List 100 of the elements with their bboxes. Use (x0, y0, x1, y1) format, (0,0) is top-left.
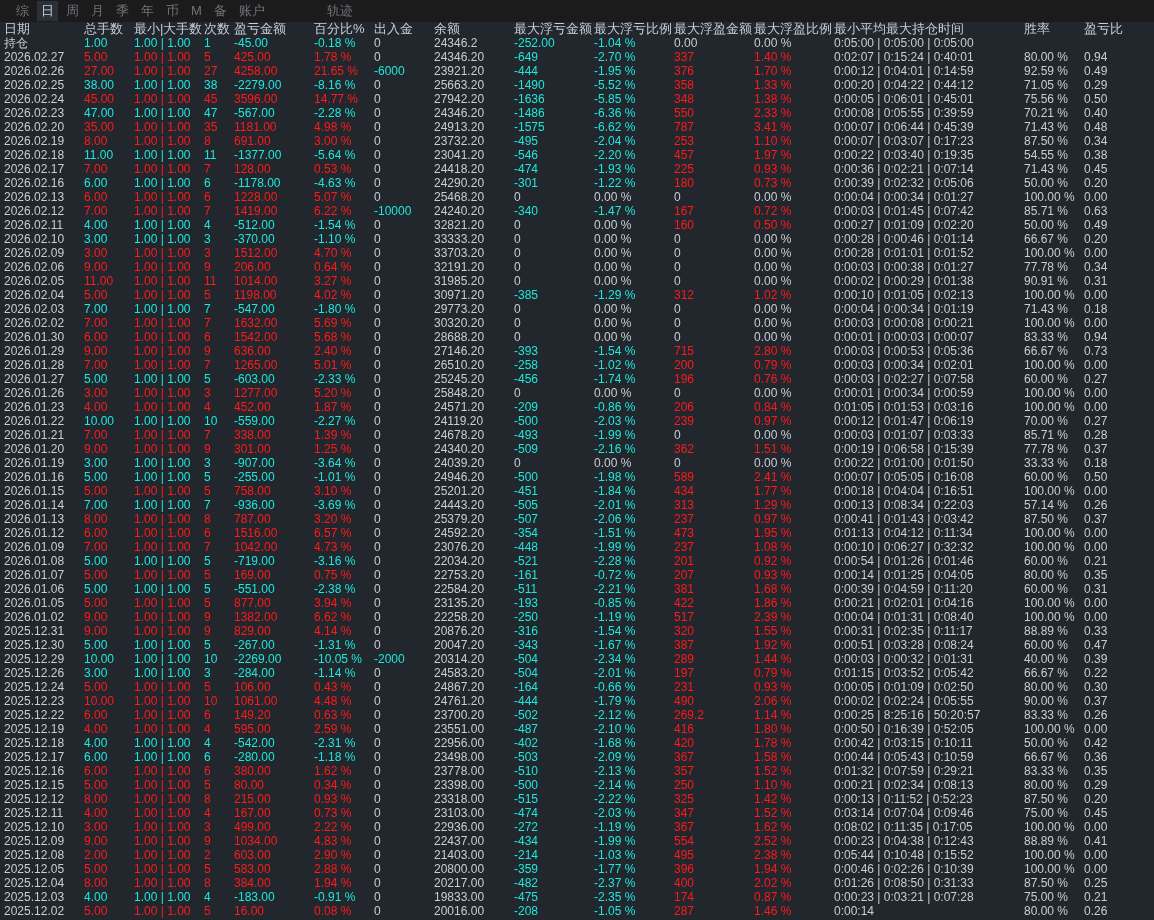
table-cell-text: -2.34 % (594, 652, 637, 666)
table-cell-text: 1.00 | 1.00 (134, 680, 192, 694)
table-cell-text: -500 (514, 470, 540, 484)
tab[interactable]: 备 (209, 1, 231, 21)
table-cell-text: 2025.12.16 (4, 764, 66, 778)
tab[interactable]: 周 (62, 1, 83, 21)
tab[interactable]: 季 (112, 1, 133, 21)
table-cell-text: 0.28 (1084, 428, 1109, 442)
column-header[interactable]: 总手数 (84, 22, 134, 36)
table-cell-text: 347 (674, 806, 696, 820)
tab[interactable]: M (187, 1, 206, 21)
table-cell-text: 0 (374, 134, 382, 148)
table-cell-text: 35 (204, 120, 219, 134)
table-cell-text: 0 (514, 302, 522, 316)
table-cell-text: 100.00 % (1024, 526, 1076, 540)
column-header[interactable]: 最小|大手数 (134, 22, 204, 36)
table-cell-text: -209 (514, 400, 540, 414)
table-cell-text: 1.14 % (754, 708, 793, 722)
table-cell-text: -474 (514, 806, 540, 820)
table-cell-text: 1.92 % (754, 638, 793, 652)
table-cell-text: 2025.12.17 (4, 750, 66, 764)
table-cell-text: 1.00 | 1.00 (134, 148, 192, 162)
table-cell-text: 0.00 (1084, 316, 1109, 330)
table-cell-text: 2026.02.04 (4, 288, 66, 302)
table-cell-text: -1.51 % (594, 526, 637, 540)
table-cell-text: 6.00 (84, 764, 109, 778)
table-cell-text: 7 (204, 358, 212, 372)
column-header[interactable]: 次数 (204, 22, 234, 36)
table-cell-text: 5 (204, 582, 212, 596)
table-cell-text: 6.22 % (314, 204, 353, 218)
table-cell-text: 60.00 % (1024, 372, 1070, 386)
table-cell-text: 100.00 % (1024, 848, 1076, 862)
table-cell-text: 0:00:19 | 0:06:58 | 0:15:39 (834, 442, 975, 456)
table-cell-text: 0 (374, 218, 382, 232)
table-cell-text: -5.64 % (314, 148, 357, 162)
table-cell-text: 0:00:07 | 0:06:44 | 0:45:39 (834, 120, 975, 134)
table-cell-text: 0 (374, 890, 382, 904)
table-cell-text: 0.73 % (754, 176, 793, 190)
table-cell-text: 0.72 % (754, 204, 793, 218)
table-cell-text: 1265.00 (234, 358, 279, 372)
tab[interactable]: 轨迹 (322, 1, 357, 21)
table-cell-text: 25379.20 (434, 512, 486, 526)
tab[interactable]: 账户 (234, 1, 269, 21)
table-cell-text: 8 (204, 134, 212, 148)
column-header[interactable]: 日期 (4, 22, 84, 36)
table-cell-text: 8.00 (84, 512, 109, 526)
table-cell-text: 396 (674, 862, 696, 876)
column-header[interactable]: 最大浮盈金额 (674, 22, 754, 36)
table-cell-text: 21403.00 (434, 848, 486, 862)
column-header[interactable]: 出入金 (374, 22, 434, 36)
table-cell-text: -0.18 % (314, 36, 357, 50)
table-cell-text: 66.67 % (1024, 344, 1070, 358)
column-header[interactable]: 百分比% (314, 22, 374, 36)
column-header[interactable]: 最小平均最大持仓时间 (834, 22, 1024, 36)
table-cell-text: -495 (514, 134, 540, 148)
column-header[interactable]: 最大浮亏金额 (514, 22, 594, 36)
table-cell-text: 27146.20 (434, 344, 486, 358)
table-cell-text: 0.36 (1084, 750, 1109, 764)
table-cell-text: 1.77 % (754, 484, 793, 498)
tab[interactable]: 日 (37, 1, 58, 21)
table-cell-text: 0.93 % (754, 680, 793, 694)
table-cell-text: 0 (374, 148, 382, 162)
table-cell-text: 3596.00 (234, 92, 279, 106)
table-cell-text: 6.00 (84, 708, 109, 722)
table-cell-text: 33333.20 (434, 232, 486, 246)
tab[interactable]: 月 (87, 1, 108, 21)
table-cell-text: 0:00:13 | 0:08:34 | 0:22:03 (834, 498, 975, 512)
table-cell-text: 0.00 (1084, 820, 1109, 834)
tab[interactable]: 综 (12, 1, 33, 21)
column-header[interactable]: 最大浮亏比例 (594, 22, 674, 36)
table-cell-text: 25201.20 (434, 484, 486, 498)
table-cell-text: 0.00 (1084, 400, 1109, 414)
table-cell-text: 100.00 % (1024, 400, 1076, 414)
column-header[interactable]: 胜率 (1024, 22, 1084, 36)
table-cell-text: -456 (514, 372, 540, 386)
table-cell-text: 2026.01.21 (4, 428, 66, 442)
table-cell-text: 75.56 % (1024, 92, 1070, 106)
table-cell-text: 10 (204, 694, 219, 708)
table-cell-text: -502 (514, 708, 540, 722)
table-cell-text: 0 (374, 624, 382, 638)
table-cell-text: 3 (204, 386, 212, 400)
table-cell-text: 2026.01.28 (4, 358, 66, 372)
table-cell-text: 83.33 % (1024, 764, 1070, 778)
table-cell-text: 0.41 (1084, 834, 1109, 848)
table-cell-text: 0.00 (1084, 722, 1109, 736)
table-cell-text: 2026.02.17 (4, 162, 66, 176)
table-cell-text: 0.40 (1084, 106, 1109, 120)
column-header[interactable]: 最大浮盈比例 (754, 22, 834, 36)
table-cell-text: 27 (204, 64, 219, 78)
table-cell-text: 1382.00 (234, 610, 279, 624)
table-cell-text: 2026.01.16 (4, 470, 66, 484)
table-cell-text: 0:00:23 | 0:04:38 | 0:12:43 (834, 834, 975, 848)
column-header[interactable]: 余额 (434, 22, 514, 36)
tab[interactable]: 币 (162, 1, 183, 21)
column-header[interactable]: 盈亏比 (1084, 22, 1154, 36)
table-cell-text: 1.00 | 1.00 (134, 876, 192, 890)
table-cell-text: -649 (514, 50, 540, 64)
column-header[interactable]: 盈亏金额 (234, 22, 314, 36)
tab[interactable]: 年 (137, 1, 158, 21)
table-cell-text: 1.00 | 1.00 (134, 470, 192, 484)
